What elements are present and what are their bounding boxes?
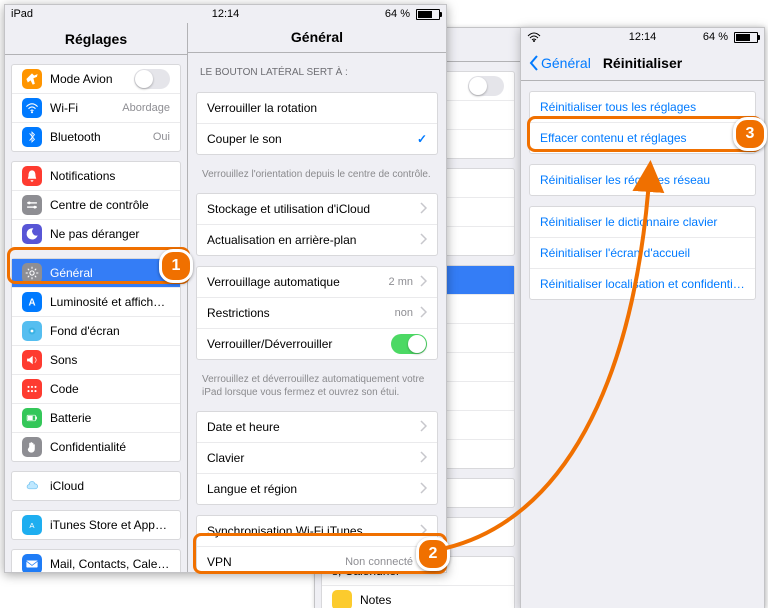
battery-icon: [734, 32, 758, 43]
mail-icon: [22, 554, 42, 572]
bg-row[interactable]: Notes: [322, 586, 514, 608]
sound-icon: [22, 350, 42, 370]
sidebar-item-label: Notifications: [50, 169, 170, 183]
footnote: Verrouillez l'orientation depuis le cent…: [188, 165, 446, 184]
setting-verrouillage-automatique[interactable]: Verrouillage automatique2 mn: [197, 267, 437, 298]
sidebar-item-notifications[interactable]: Notifications: [12, 162, 180, 191]
reset-location-privacy[interactable]: Réinitialiser localisation et confidenti…: [530, 269, 755, 299]
setting-synchronisation-wi-fi-itunes[interactable]: Synchronisation Wi-Fi iTunes: [197, 516, 437, 547]
sidebar-item-mail-contacts-calendrier[interactable]: Mail, Contacts, Calendrier: [12, 550, 180, 572]
general-title: Général: [188, 29, 446, 45]
hand-icon: [22, 437, 42, 457]
wifi-icon: [22, 98, 42, 118]
setting-verrouiller-la-rotation[interactable]: Verrouiller la rotation: [197, 93, 437, 124]
erase-content-settings[interactable]: Effacer contenu et réglages: [530, 123, 755, 153]
code-icon: [22, 379, 42, 399]
status-time: 12:14: [5, 8, 446, 20]
sidebar-item-label: Général: [50, 266, 170, 280]
setting-vpn[interactable]: VPNNon connecté: [197, 547, 437, 572]
appstore-icon: A: [22, 515, 42, 535]
sidebar-item-luminosit-et-affichage[interactable]: A Luminosité et affichage: [12, 288, 180, 317]
battery-icon: [22, 408, 42, 428]
notes-icon: [332, 590, 352, 608]
sidebar-item-sons[interactable]: Sons: [12, 346, 180, 375]
sidebar-item-icloud[interactable]: iCloud: [12, 472, 180, 500]
sidebar-item-label: Wi-Fi: [50, 101, 118, 115]
sidebar-item-label: Mode Avion: [50, 72, 134, 86]
svg-text:A: A: [29, 521, 35, 530]
sidebar-item-label: Bluetooth: [50, 130, 149, 144]
sidebar-item-label: Code: [50, 382, 170, 396]
sidebar-item-label: iTunes Store et App Store: [50, 518, 170, 532]
chevron-right-icon: [419, 524, 427, 539]
sidebar-item-label: Ne pas déranger: [50, 227, 170, 241]
sidebar-item-code[interactable]: Code: [12, 375, 180, 404]
chevron-right-icon: [419, 202, 427, 217]
chevron-right-icon: [419, 420, 427, 435]
page-title: Réinitialiser: [521, 55, 764, 71]
wallpaper-icon: [22, 321, 42, 341]
airplane-icon: [22, 69, 42, 89]
status-time: 12:14: [521, 31, 764, 43]
toggle[interactable]: [391, 334, 427, 354]
reset-keyboard-dict[interactable]: Réinitialiser le dictionnaire clavier: [530, 207, 755, 238]
sidebar-item-label: iCloud: [50, 479, 170, 493]
sidebar-item-label: Sons: [50, 353, 170, 367]
chevron-right-icon: [419, 482, 427, 497]
navbar-reset: Général Réinitialiser: [521, 46, 764, 81]
detail-navbar: Général: [188, 23, 446, 53]
master-navbar: Réglages: [5, 23, 187, 55]
check-icon: ✓: [417, 132, 427, 146]
setting-actualisation-en-arri-re-plan[interactable]: Actualisation en arrière-plan: [197, 225, 437, 255]
sidebar-item-label: Centre de contrôle: [50, 198, 170, 212]
setting-verrouiller-d-verrouiller[interactable]: Verrouiller/Déverrouiller: [197, 329, 437, 359]
svg-text:A: A: [28, 298, 35, 309]
reset-all-settings[interactable]: Réinitialiser tous les réglages: [530, 92, 755, 123]
setting-stockage-et-utilisation-d-icloud[interactable]: Stockage et utilisation d'iCloud: [197, 194, 437, 225]
toggle-icon[interactable]: [468, 76, 504, 96]
sidebar-item-label: Batterie: [50, 411, 170, 425]
sidebar-item-bluetooth[interactable]: BluetoothOui: [12, 123, 180, 151]
bluetooth-icon: [22, 127, 42, 147]
chevron-right-icon: [419, 306, 427, 321]
setting-langue-et-r-gion[interactable]: Langue et région: [197, 474, 437, 504]
reset-home-screen[interactable]: Réinitialiser l'écran d'accueil: [530, 238, 755, 269]
icloud-icon: [22, 476, 42, 496]
chevron-right-icon: [419, 555, 427, 570]
sidebar-item-confidentialit-[interactable]: Confidentialité: [12, 433, 180, 461]
display-icon: A: [22, 292, 42, 312]
battery-icon: [416, 9, 440, 20]
bell-icon: [22, 166, 42, 186]
settings-title: Réglages: [5, 31, 187, 47]
chevron-right-icon: [419, 233, 427, 248]
section-header: LE BOUTON LATÉRAL SERT À :: [188, 53, 446, 82]
toggle[interactable]: [134, 69, 170, 89]
sidebar-item-mode-avion[interactable]: Mode Avion: [12, 65, 180, 94]
setting-restrictions[interactable]: Restrictionsnon: [197, 298, 437, 329]
moon-icon: [22, 224, 42, 244]
chevron-right-icon: [419, 275, 427, 290]
gear-icon: [22, 263, 42, 283]
sidebar-item-label: Fond d'écran: [50, 324, 170, 338]
setting-clavier[interactable]: Clavier: [197, 443, 437, 474]
sidebar-item-label: Luminosité et affichage: [50, 295, 170, 309]
sidebar-item-centre-de-contr-le[interactable]: Centre de contrôle: [12, 191, 180, 220]
reset-network-settings[interactable]: Réinitialiser les réglages réseau: [530, 165, 755, 195]
sidebar-item-ne-pas-d-ranger[interactable]: Ne pas déranger: [12, 220, 180, 248]
sidebar-item-label: Mail, Contacts, Calendrier: [50, 557, 170, 571]
setting-date-et-heure[interactable]: Date et heure: [197, 412, 437, 443]
sidebar-item-label: Confidentialité: [50, 440, 170, 454]
chevron-right-icon: [419, 451, 427, 466]
sidebar-item-batterie[interactable]: Batterie: [12, 404, 180, 433]
sidebar-item-fond-d-cran[interactable]: Fond d'écran: [12, 317, 180, 346]
footnote: Verrouillez et déverrouillez automatique…: [188, 370, 446, 401]
setting-couper-le-son[interactable]: Couper le son✓: [197, 124, 437, 154]
sidebar-item-itunes-store-et-app-store[interactable]: AiTunes Store et App Store: [12, 511, 180, 539]
sidebar-item-g-n-ral[interactable]: Général: [12, 259, 180, 288]
sidebar-item-wi-fi[interactable]: Wi-FiAbordage: [12, 94, 180, 123]
control-icon: [22, 195, 42, 215]
